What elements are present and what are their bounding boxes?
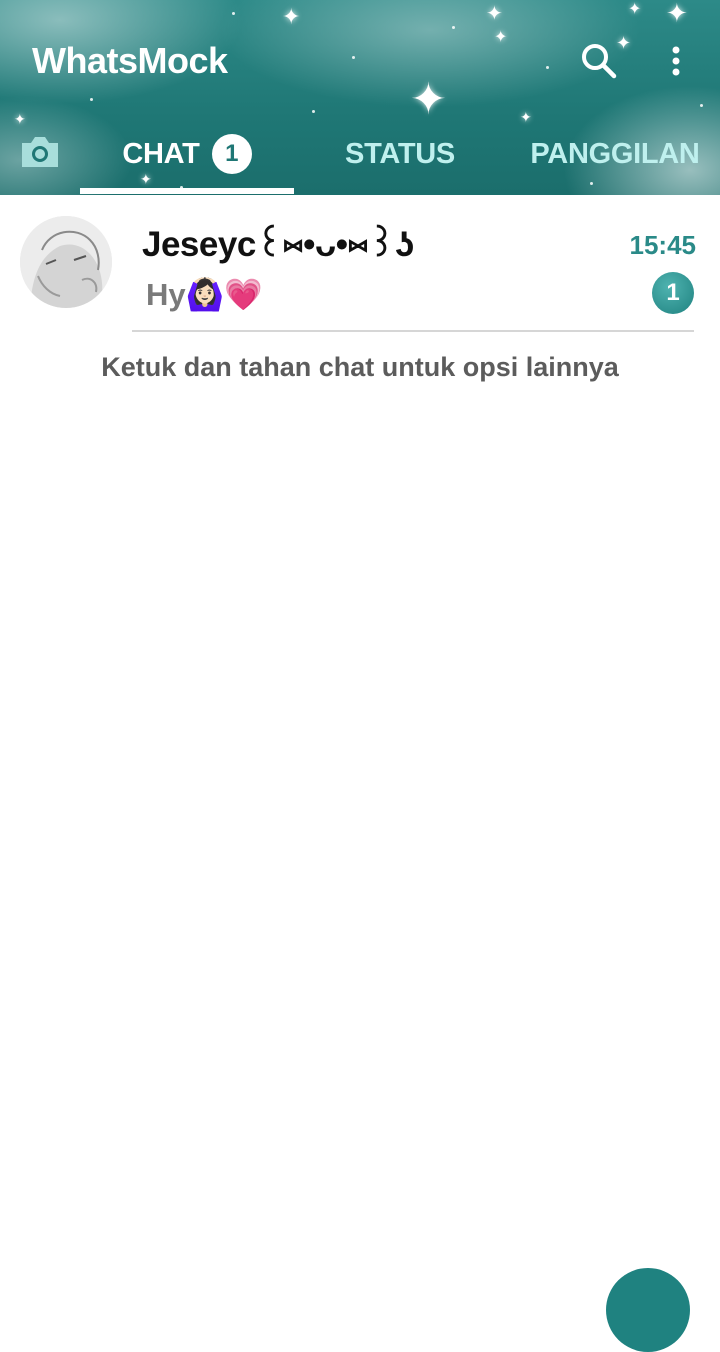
camera-icon — [22, 137, 58, 167]
sparkle-decoration: ✦ — [282, 4, 301, 29]
sparkle-decoration: ✦ — [666, 0, 688, 28]
tab-camera[interactable] — [18, 134, 62, 170]
sparkle-dot — [90, 98, 93, 101]
tab-status[interactable]: STATUS — [310, 120, 490, 188]
chat-timestamp: 15:45 — [629, 230, 697, 260]
sparkle-decoration: ✦ — [494, 29, 508, 46]
more-vertical-icon — [672, 46, 680, 76]
contact-name: Jeseyϲ꒰⑅•ᴗ•⑅꒱ʖ — [142, 225, 414, 264]
avatar-image — [20, 216, 112, 308]
more-options-button[interactable] — [660, 40, 692, 82]
tab-chat[interactable]: CHAT 1 — [80, 120, 294, 188]
tab-chat-label: CHAT — [122, 137, 200, 170]
hint-text: Ketuk dan tahan chat untuk opsi lainnya — [101, 352, 619, 382]
last-message-preview: Hy🙆🏻‍♀️💗 — [146, 277, 263, 312]
tab-calls[interactable]: PANGGILAN — [510, 120, 720, 188]
search-button[interactable] — [578, 40, 620, 82]
tab-status-label: STATUS — [345, 137, 455, 170]
sparkle-dot — [352, 56, 355, 59]
sparkle-dot — [700, 104, 703, 107]
sparkle-decoration: ✦ — [486, 3, 503, 25]
sparkle-dot — [452, 26, 455, 29]
tab-chat-unread-badge: 1 — [211, 134, 252, 174]
active-tab-indicator — [80, 188, 294, 194]
sparkle-dot — [232, 12, 235, 15]
sparkle-decoration: ✦ — [628, 1, 642, 18]
tab-bar: CHAT 1 STATUS PANGGILAN — [0, 120, 720, 195]
chat-divider — [132, 330, 694, 332]
unread-count-badge: 1 — [652, 272, 694, 314]
avatar[interactable] — [20, 216, 112, 308]
app-title: WhatsMock — [32, 40, 228, 81]
search-icon — [582, 44, 617, 79]
tab-calls-label: PANGGILAN — [530, 137, 700, 170]
app-header: ✦ ✦ ✦ ✦ ✦ ✦ ✦ ✦ ✦ ✦ WhatsMock CHAT 1 STA… — [0, 0, 720, 195]
new-chat-fab[interactable] — [606, 1268, 690, 1352]
sparkle-dot — [546, 66, 549, 69]
sparkle-dot — [312, 110, 315, 113]
sparkle-decoration: ✦ — [410, 75, 447, 124]
chat-list-item[interactable]: Jeseyϲ꒰⑅•ᴗ•⑅꒱ʖ 15:45 Hy🙆🏻‍♀️💗 1 — [0, 200, 720, 332]
